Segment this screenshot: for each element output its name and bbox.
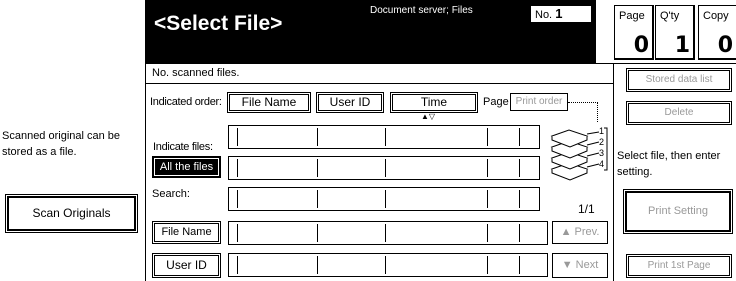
file-row[interactable] xyxy=(228,156,540,180)
indicate-files-label: Indicate files: xyxy=(153,141,213,153)
file-row[interactable] xyxy=(228,253,548,277)
prev-label: Prev. xyxy=(574,226,600,238)
sort-time-button[interactable]: Time xyxy=(390,92,478,113)
print-setting-button[interactable]: Print Setting xyxy=(623,189,733,234)
next-button[interactable]: ▼ Next xyxy=(552,253,608,278)
row-cell xyxy=(229,190,238,208)
row-cell xyxy=(488,256,520,274)
page-column-label: Page xyxy=(483,96,509,108)
scan-info-line1: Scanned original can be xyxy=(2,130,121,142)
row-cell xyxy=(318,256,386,274)
row-cell xyxy=(238,128,318,146)
row-cell xyxy=(318,159,386,177)
stack-number: 3 xyxy=(599,148,605,158)
prev-button[interactable]: ▲ Prev. xyxy=(552,221,608,244)
stored-data-list-button[interactable]: Stored data list xyxy=(626,68,732,92)
row-cell xyxy=(238,159,318,177)
row-cell xyxy=(488,190,520,208)
status-underline xyxy=(146,83,614,84)
row-cell xyxy=(318,224,386,242)
print-order-connector xyxy=(568,102,598,122)
file-row[interactable] xyxy=(228,221,548,245)
header-underline xyxy=(146,63,736,64)
all-files-button[interactable]: All the files xyxy=(152,156,221,178)
qty-counter-label: Q'ty xyxy=(660,10,680,22)
right-divider xyxy=(613,63,614,281)
row-cell xyxy=(386,256,488,274)
row-cell xyxy=(318,128,386,146)
stack-number: 1 xyxy=(599,126,605,136)
hint-line2: setting. xyxy=(617,166,653,178)
row-cell xyxy=(229,224,238,242)
row-cell xyxy=(386,128,488,146)
scan-info-line2: stored as a file. xyxy=(2,146,77,158)
stack-number: 4 xyxy=(599,159,605,169)
search-file-name-button[interactable]: File Name xyxy=(152,221,221,244)
status-message: No. scanned files. xyxy=(152,67,240,79)
next-label: Next xyxy=(575,259,599,271)
row-cell xyxy=(238,256,318,274)
page-counter: Page 0 xyxy=(614,5,654,60)
row-cell xyxy=(488,128,520,146)
row-cell xyxy=(318,190,386,208)
document-stack-icon: 1 2 3 4 xyxy=(549,120,611,184)
row-cell xyxy=(386,159,488,177)
page-counter-label: Page xyxy=(619,10,645,22)
sort-indicator-icon: ▲▽ xyxy=(421,112,436,121)
sort-user-id-button[interactable]: User ID xyxy=(316,92,384,113)
print-1st-page-button[interactable]: Print 1st Page xyxy=(626,254,732,278)
number-label: No. xyxy=(535,9,553,21)
file-row[interactable] xyxy=(228,125,540,149)
page-title: <Select File> xyxy=(154,12,283,35)
row-cell xyxy=(386,224,488,242)
row-cell xyxy=(488,159,520,177)
delete-button[interactable]: Delete xyxy=(626,101,732,125)
row-cell xyxy=(488,224,520,242)
file-row[interactable] xyxy=(228,187,540,211)
page-indicator: 1/1 xyxy=(578,202,595,216)
row-cell xyxy=(229,256,238,274)
number-value: 1 xyxy=(555,6,563,21)
number-indicator: No. 1 xyxy=(530,5,592,23)
scan-originals-button[interactable]: Scan Originals xyxy=(5,194,138,233)
print-order-button[interactable]: Print order xyxy=(510,93,568,111)
next-arrow-icon: ▼ xyxy=(561,259,576,271)
search-user-id-button[interactable]: User ID xyxy=(152,253,221,278)
copy-counter: Copy 0 xyxy=(698,5,736,60)
row-cell xyxy=(238,224,318,242)
header-bar: <Select File> Document server; Files No.… xyxy=(146,0,596,63)
qty-counter: Q'ty 1 xyxy=(655,5,695,60)
page-counter-value: 0 xyxy=(633,33,649,58)
mode-subtitle: Document server; Files xyxy=(370,5,473,16)
hint-line1: Select file, then enter xyxy=(617,150,721,162)
row-cell xyxy=(238,190,318,208)
row-cell xyxy=(229,159,238,177)
prev-arrow-icon: ▲ xyxy=(560,226,575,238)
row-cell xyxy=(229,128,238,146)
row-cell xyxy=(386,190,488,208)
search-label: Search: xyxy=(152,188,190,200)
qty-counter-value: 1 xyxy=(674,33,690,58)
sort-file-name-button[interactable]: File Name xyxy=(227,92,311,113)
copy-counter-value: 0 xyxy=(717,33,733,58)
copy-counter-label: Copy xyxy=(703,10,729,22)
stack-number: 2 xyxy=(599,137,605,147)
indicated-order-label: Indicated order: xyxy=(150,96,222,108)
